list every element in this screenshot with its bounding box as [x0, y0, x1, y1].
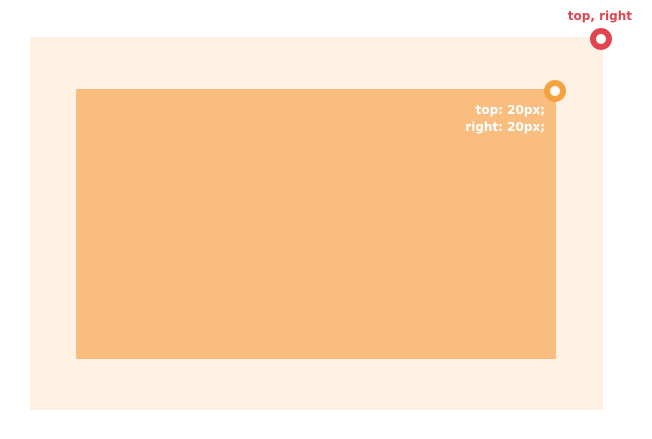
inner-top-right-marker [544, 80, 566, 102]
diagram-canvas: top, right top: 20px; right: 20px; [0, 0, 652, 439]
top-offset-text: top: 20px; [475, 103, 545, 117]
outer-top-right-marker [590, 28, 612, 50]
inner-offset-label: top: 20px; right: 20px; [465, 102, 545, 136]
outer-corner-label: top, right [567, 9, 632, 23]
right-offset-text: right: 20px; [465, 120, 545, 134]
